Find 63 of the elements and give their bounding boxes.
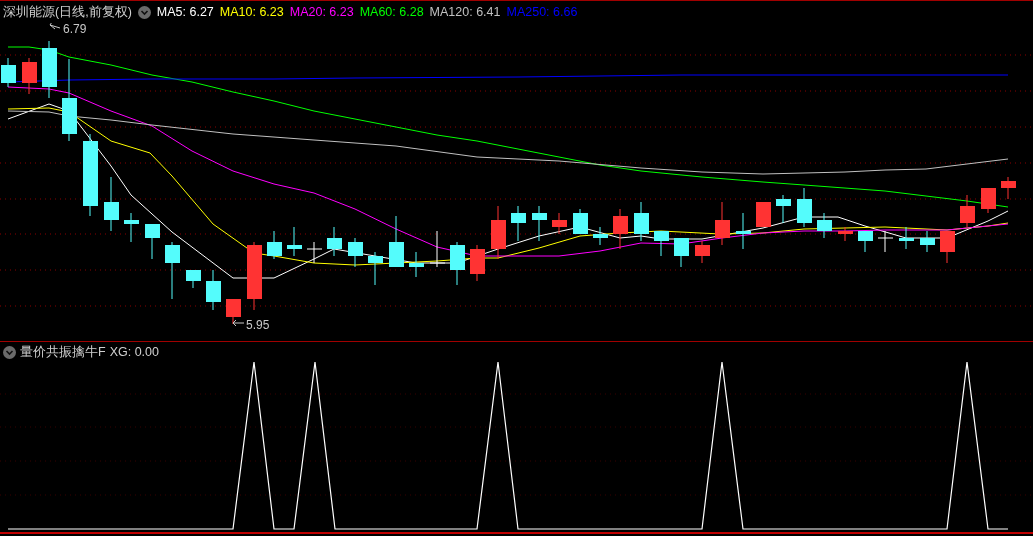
candlestick bbox=[511, 205, 526, 242]
candlestick bbox=[877, 230, 894, 253]
candlestick bbox=[165, 241, 180, 300]
indicator-title: 量价共振擒牛F bbox=[20, 343, 106, 361]
candlestick bbox=[306, 241, 323, 264]
candlestick bbox=[470, 244, 485, 282]
candlestick bbox=[348, 237, 363, 268]
candlestick bbox=[552, 212, 567, 235]
candlestick bbox=[674, 237, 689, 268]
moving-average-value: MA120: 6.41 bbox=[429, 5, 501, 19]
candlestick bbox=[817, 212, 832, 239]
candlestick bbox=[797, 187, 812, 228]
candlestick bbox=[858, 230, 873, 253]
candlestick bbox=[104, 176, 119, 232]
candlestick bbox=[981, 187, 996, 214]
candlestick bbox=[776, 194, 791, 224]
candlestick bbox=[920, 230, 935, 253]
candlestick bbox=[327, 226, 342, 257]
candlestick bbox=[838, 226, 853, 242]
high-price-label: 6.79 bbox=[63, 23, 87, 36]
candlestick bbox=[613, 208, 628, 250]
moving-average-value: MA20: 6.23 bbox=[289, 5, 354, 19]
moving-average-value: MA5: 6.27 bbox=[156, 5, 214, 19]
stock-title: 深圳能源(日线,前复权) bbox=[3, 3, 132, 21]
candlestick bbox=[736, 212, 751, 250]
candlestick bbox=[715, 201, 730, 246]
moving-average-value: MA60: 6.28 bbox=[359, 5, 424, 19]
chevron-down-icon[interactable] bbox=[137, 5, 151, 19]
candlestick bbox=[573, 208, 588, 235]
candlestick bbox=[654, 230, 669, 257]
candlestick bbox=[267, 230, 282, 260]
candlestick bbox=[145, 223, 160, 260]
chevron-down-icon[interactable] bbox=[3, 345, 16, 359]
candlestick bbox=[206, 269, 221, 311]
leader-line bbox=[49, 23, 61, 30]
candlestick bbox=[389, 215, 404, 268]
indicator-value: XG: 0.00 bbox=[109, 345, 159, 359]
candlestick bbox=[1, 57, 16, 88]
leader-line bbox=[232, 319, 245, 327]
candlestick bbox=[695, 240, 710, 264]
moving-average-value: MA250: 6.66 bbox=[506, 5, 578, 19]
candlestick bbox=[634, 201, 649, 242]
candlestick bbox=[42, 40, 57, 99]
candlestick bbox=[960, 194, 975, 228]
candlestick bbox=[368, 251, 383, 286]
candlestick bbox=[429, 230, 446, 268]
candlestick bbox=[1001, 176, 1016, 200]
candlestick bbox=[409, 251, 424, 278]
candlestick bbox=[940, 230, 955, 264]
candlestick bbox=[22, 57, 37, 95]
candlestick bbox=[450, 241, 465, 286]
moving-average-value: MA10: 6.23 bbox=[219, 5, 284, 19]
candlestick bbox=[247, 241, 262, 311]
candlestick bbox=[226, 298, 241, 325]
candlestick bbox=[124, 212, 139, 243]
candlestick bbox=[756, 201, 771, 228]
low-price-label: 5.95 bbox=[246, 318, 270, 332]
candlestick bbox=[593, 226, 608, 246]
candlestick bbox=[899, 226, 914, 250]
candlestick bbox=[287, 226, 302, 257]
candlestick bbox=[491, 205, 506, 260]
candlestick bbox=[186, 269, 201, 289]
candlestick bbox=[532, 205, 547, 242]
